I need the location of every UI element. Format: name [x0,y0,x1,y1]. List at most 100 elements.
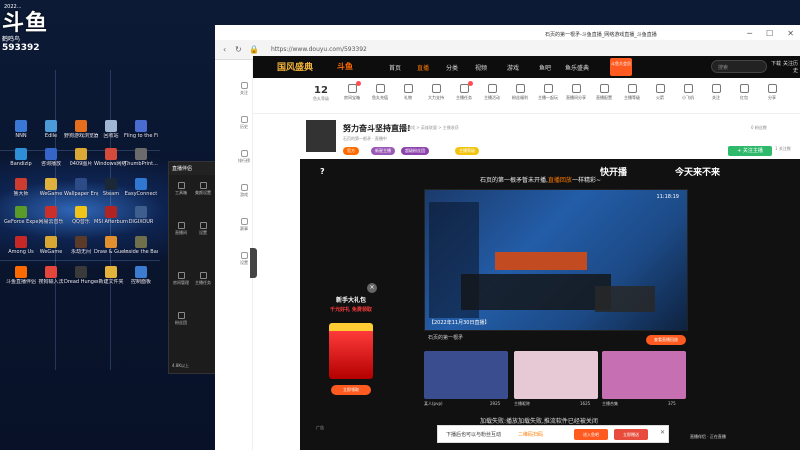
toolbar-item[interactable]: 主播一起玩 [533,84,563,101]
url-field[interactable]: https://www.douyu.com/593392 [271,46,367,53]
toolbar-item[interactable]: 主播任务 [449,81,479,101]
room-tag[interactable]: 官方 [343,147,359,155]
nav-link[interactable]: 直播 [417,63,429,72]
desktop-icon[interactable]: 咨询播放 [36,148,66,167]
notice-link[interactable]: 二维码扫码 [518,431,543,438]
enter-fishbar-button[interactable]: 进入鱼吧 [574,429,608,440]
sidebar-collapse-handle[interactable] [250,248,257,278]
desktop-icon[interactable]: 永劫无间 [66,236,96,255]
desktop-icon[interactable]: NNN [6,120,36,139]
close-icon[interactable]: ✕ [660,429,665,436]
toolbar-item[interactable]: 直播配置 [589,84,619,101]
desktop-icon[interactable]: 新建文件夹 [96,266,126,285]
companion-panel-item[interactable]: 设置 [195,222,211,236]
desktop-icon[interactable]: Dread Hunger [64,266,98,285]
nav-user-item[interactable]: 关注 [783,60,793,67]
desktop-icon[interactable]: 搜狗输入法 [36,266,66,285]
back-icon[interactable]: ‹ [223,45,226,54]
minimize-button[interactable]: ─ [747,29,752,38]
room-tag[interactable]: 新星主播 [371,147,395,155]
desktop-icon[interactable]: 鲁大师 [6,178,36,197]
toolbar-item[interactable]: 关注 [701,84,731,101]
toolbar-item[interactable]: 大力支持 [421,84,451,101]
replay-thumbnail[interactable] [602,351,686,399]
desktop-icon[interactable]: EasyConnect [125,178,157,197]
sidebar-item[interactable]: 排行榜 [235,150,253,164]
replay-thumbnail[interactable] [514,351,598,399]
desktop-icon[interactable]: 0409图片 [66,148,96,167]
desktop-icon[interactable]: Among Us [6,236,36,255]
video-player[interactable]: ? 快开播 今天来不来 石页的第一根矛暂未开播,直播回放一样精彩~ 11:18:… [300,159,800,450]
desktop-icon[interactable]: GeForce Experience [4,206,38,225]
level-badge[interactable]: 12 鱼丸等级 [311,85,331,102]
douyu-logo[interactable]: 斗鱼 [337,61,353,72]
companion-panel-item[interactable]: 美颜设置 [195,182,211,196]
companion-panel-item[interactable]: 工具箱 [173,182,189,196]
sidebar-item[interactable]: 游戏 [235,184,253,198]
replay-thumbnail[interactable] [424,351,508,399]
desktop-icon[interactable]: MSI Afterburner [94,206,128,225]
sidebar-item[interactable]: 赛事 [235,218,253,232]
gift-promo[interactable]: 新手大礼包 千元好礼 免费领取 立即领取 [320,295,382,423]
desktop-icon[interactable]: 回收站 [96,120,126,139]
desktop-icon[interactable]: Steam [96,178,126,197]
desktop-icon[interactable]: WeGame [36,236,66,255]
desktop-icon[interactable]: Bandizip [6,148,36,167]
sidebar-item[interactable]: 关注 [235,82,253,96]
replay-preview[interactable]: 11:18:19 【2022年11月30日直播】 [424,189,688,331]
streamer-avatar[interactable] [306,120,336,152]
companion-panel-item[interactable]: 粉丝团 [173,312,189,326]
toolbar-item[interactable]: 主播等级 [617,84,647,101]
toolbar-item[interactable]: 分享 [757,84,787,101]
toolbar-item[interactable]: 礼物 [393,84,423,101]
nav-link[interactable]: 首页 [389,63,401,72]
room-category[interactable]: 网络游戏 > 英雄联盟 > 主播收获 [399,125,459,131]
companion-panel[interactable]: 直播伴侣 工具箱 美颜设置 直播间 设置 房间管理 主播任务 粉丝团 4.8K以上 [168,161,216,374]
companion-panel-item[interactable]: 直播间 [173,222,189,236]
nav-link[interactable]: 视频 [475,63,487,72]
toolbar-item[interactable]: 火箭 [645,84,675,101]
search-input[interactable]: 搜索 [711,60,767,73]
room-tag[interactable]: 主播等级 [455,147,479,155]
toolbar-item[interactable]: 直播间分享 [561,84,591,101]
desktop-icon[interactable]: Wallpaper Engine [64,178,98,197]
event-banner[interactable]: 国风盛典 [277,60,313,73]
refresh-icon[interactable]: ↻ [235,45,242,54]
replay-link[interactable]: 直播回放 [548,177,572,184]
desktop-icon[interactable]: Windows网络... [94,148,128,167]
toolbar-item[interactable]: 小飞机 [673,84,703,101]
toolbar-item[interactable]: 红包 [729,84,759,101]
nav-link[interactable]: 鱼吧 [539,63,551,72]
companion-panel-item[interactable]: 主播任务 [195,272,211,286]
toolbar-item[interactable]: 房间宝箱 [337,81,367,101]
nav-link[interactable]: 分类 [446,63,458,72]
toolbar-item[interactable]: 鱼丸充值 [365,84,395,101]
nav-link[interactable]: 游戏 [507,63,519,72]
desktop-icon[interactable]: WeGame [36,178,66,197]
desktop-icon[interactable]: QQ音乐 [66,206,96,225]
close-button[interactable]: ✕ [787,29,794,38]
desktop-icon[interactable]: 斗鱼直播伴侣 [6,266,36,285]
claim-gift-button[interactable]: 立即领取 [331,385,371,395]
toolbar-item[interactable]: 粉丝福利 [505,84,535,101]
desktop-icon[interactable]: Fling to the Finish 修... [124,120,158,139]
desktop-icon[interactable]: Draw & Guess [94,236,128,255]
gift-now-button[interactable]: 立即赠送 [614,429,648,440]
desktop-icon[interactable]: Inside the Backroo... [124,236,158,255]
desktop-icon[interactable]: ThumbPrint... [124,148,158,167]
companion-panel-item[interactable]: 房间管理 [173,272,189,286]
nav-user-item[interactable]: 历史 [793,60,800,74]
tab-title[interactable]: 石页的第一根矛-斗鱼直播_网络游戏直播_斗鱼直播 [545,31,657,38]
nav-link[interactable]: 鱼乐盛典 [565,63,589,72]
follow-button[interactable]: + 关注主播 [728,146,772,156]
desktop-icon[interactable]: Edlle [36,120,66,139]
view-replay-button[interactable]: 查看直播回放 [646,335,686,345]
close-ad-icon[interactable]: × [367,283,377,293]
toolbar-item[interactable]: 主播活动 [477,84,507,101]
nav-user-item[interactable]: 下载 [771,60,781,67]
desktop-icon[interactable]: 控制面板 [126,266,156,285]
desktop-icon[interactable]: 网易云音乐 [36,206,66,225]
vip-promo[interactable]: 斗鱼大会员 [610,58,632,76]
desktop-icon[interactable]: 野狗游戏浏览器 [64,120,98,139]
room-tag[interactable]: 超级粉丝团 [401,147,429,155]
